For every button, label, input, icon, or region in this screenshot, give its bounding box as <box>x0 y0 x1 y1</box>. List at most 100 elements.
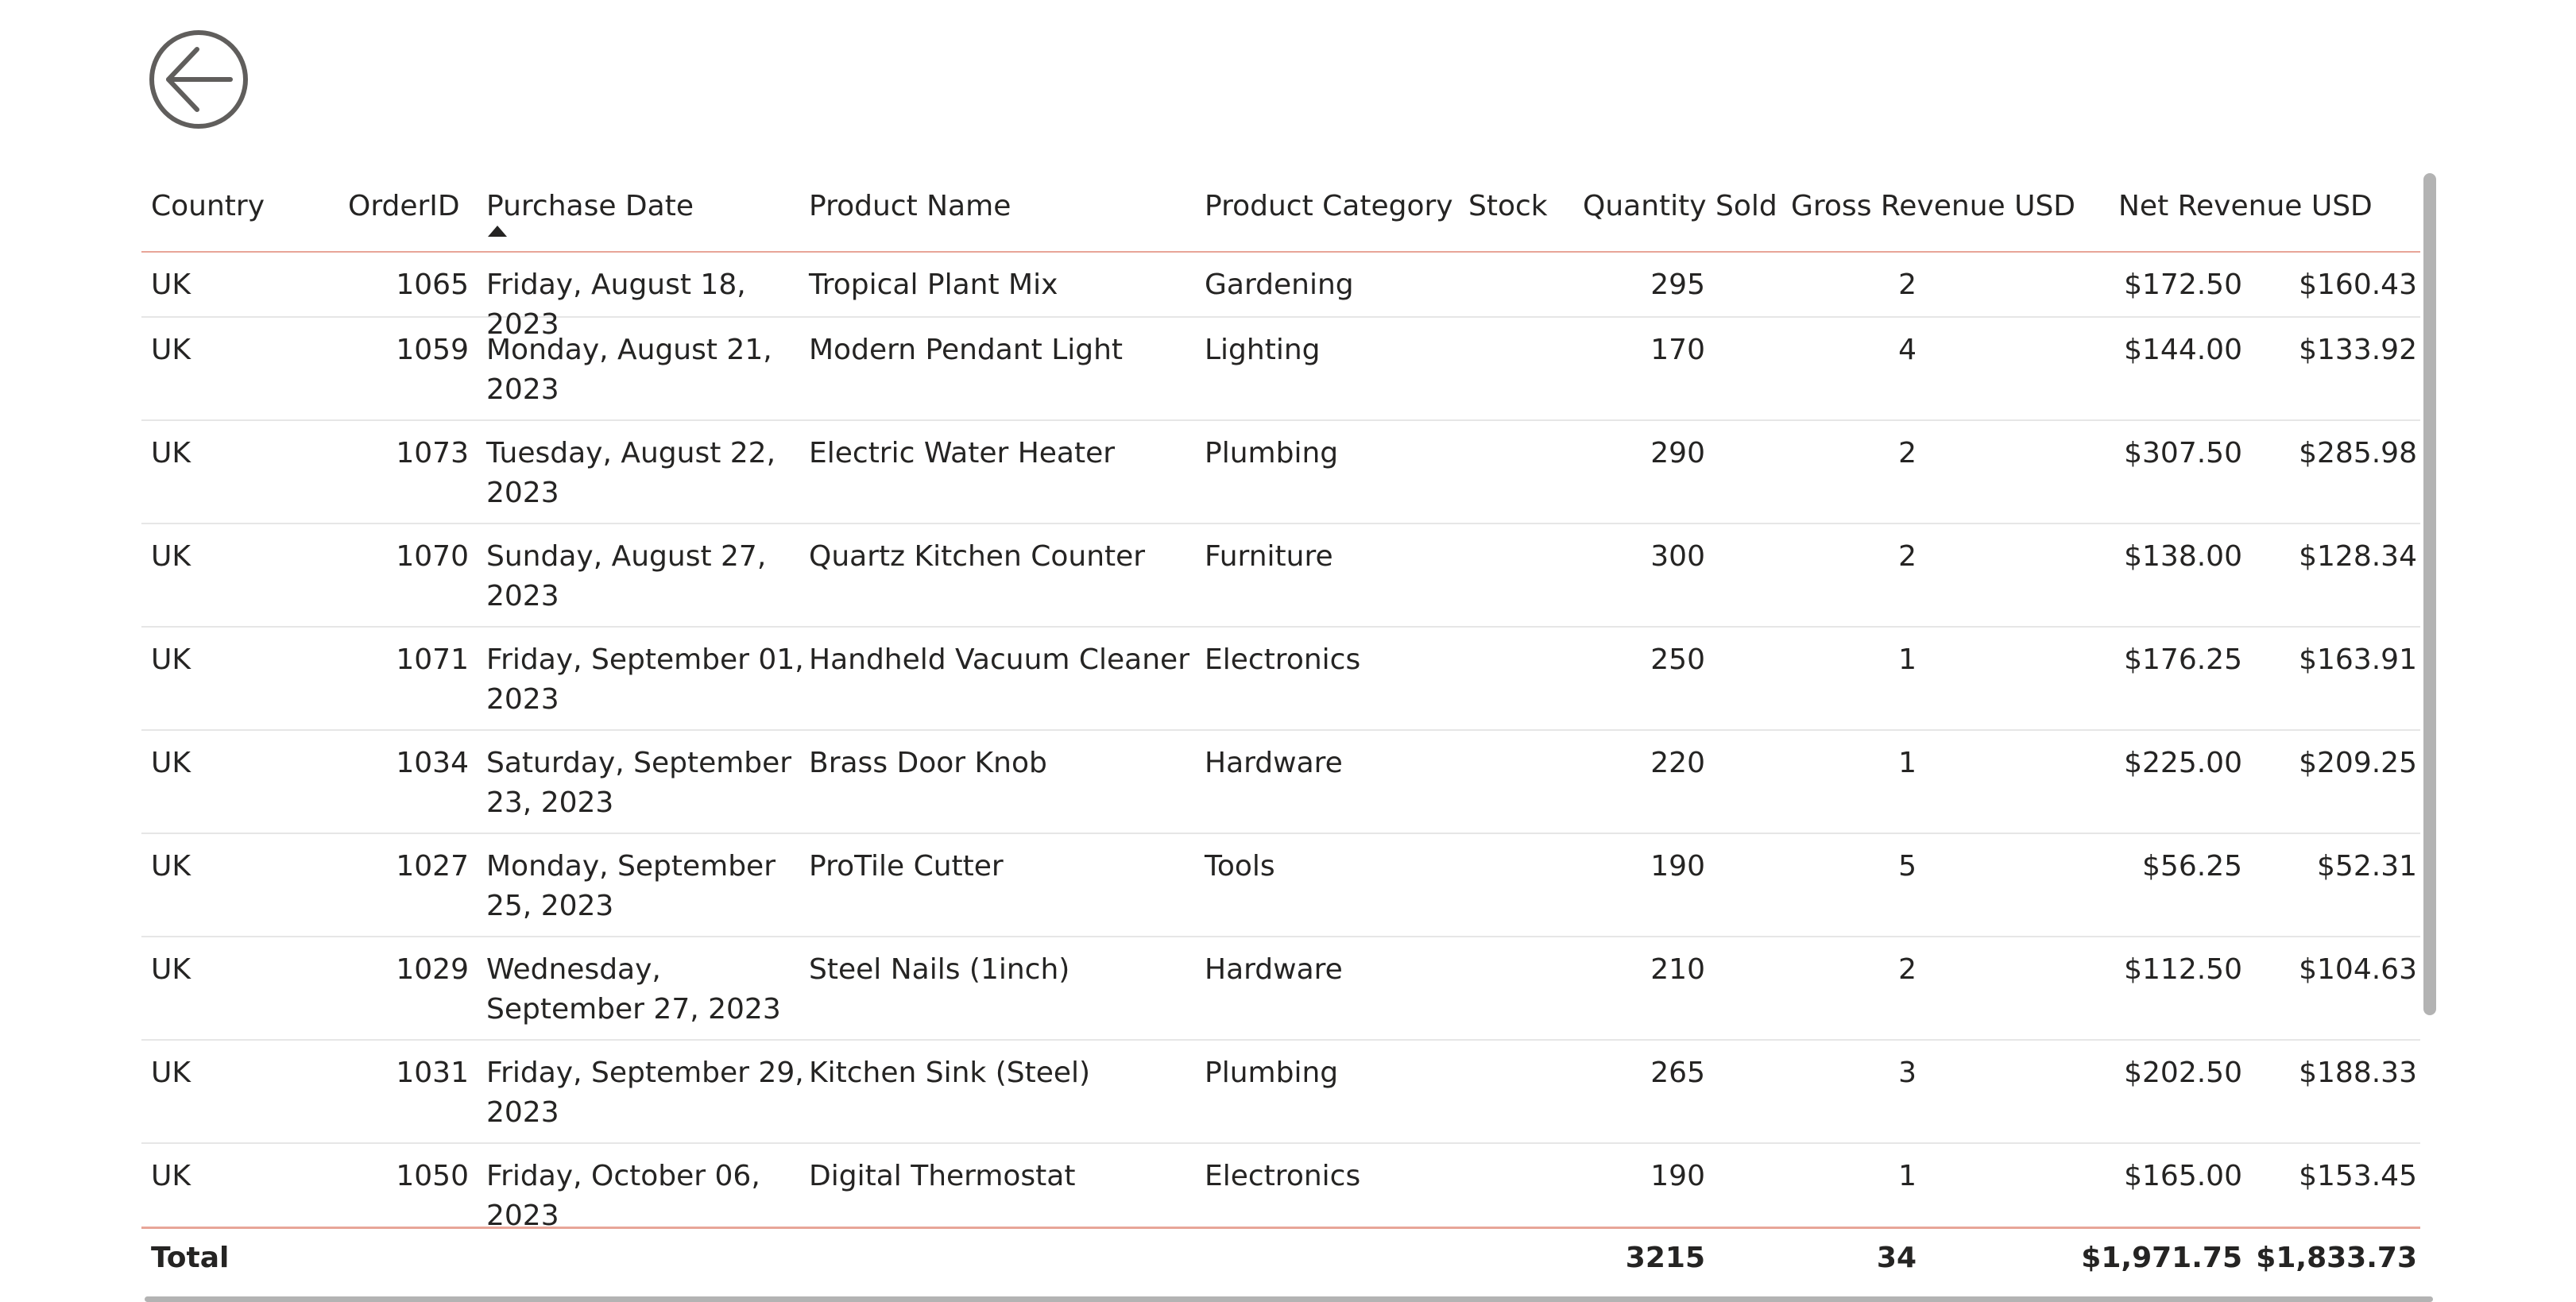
cell-product-category: Plumbing <box>1205 437 1339 469</box>
cell-quantity-sold: 2 <box>1898 269 1917 301</box>
cell-product-category: Gardening <box>1205 269 1354 301</box>
back-button[interactable] <box>148 29 249 130</box>
cell-stock: 250 <box>1650 643 1705 676</box>
cell-country: UK <box>151 1057 191 1089</box>
cell-net-revenue: $128.34 <box>2299 540 2417 573</box>
table-row[interactable]: UK 1029 Wednesday, September 27, 2023 St… <box>141 937 2420 1041</box>
table-row[interactable]: UK 1071 Friday, September 01, 2023 Handh… <box>141 628 2420 731</box>
cell-product-category: Electronics <box>1205 1160 1361 1192</box>
cell-country: UK <box>151 747 191 779</box>
cell-orderid: 1050 <box>396 1160 469 1192</box>
cell-purchase-date: Sunday, August 27, 2023 <box>486 540 767 612</box>
cell-stock: 190 <box>1650 850 1705 883</box>
table-row[interactable]: UK 1027 Monday, September 25, 2023 ProTi… <box>141 834 2420 937</box>
cell-purchase-date: Friday, October 06, 2023 <box>486 1160 760 1227</box>
cell-net-revenue: $160.43 <box>2299 269 2417 301</box>
cell-product-name: Electric Water Heater <box>809 437 1116 469</box>
table-header: Country OrderID Purchase Date Product Na… <box>141 167 2420 253</box>
cell-quantity-sold: 1 <box>1898 747 1917 779</box>
column-header-quantity-sold[interactable]: Quantity Sold <box>1583 187 1793 226</box>
column-header-purchase-date[interactable]: Purchase Date <box>486 187 804 226</box>
column-header-net-revenue[interactable]: Net Revenue USD <box>2118 187 2447 226</box>
total-net-revenue: $1,833.73 <box>2256 1242 2417 1274</box>
cell-orderid: 1065 <box>396 269 469 301</box>
cell-stock: 300 <box>1650 540 1705 573</box>
cell-country: UK <box>151 953 191 986</box>
cell-quantity-sold: 2 <box>1898 540 1917 573</box>
cell-product-name: Handheld Vacuum Cleaner <box>809 643 1190 676</box>
cell-product-category: Electronics <box>1205 643 1361 676</box>
cell-orderid: 1059 <box>396 334 469 366</box>
cell-orderid: 1027 <box>396 850 469 883</box>
cell-stock: 265 <box>1650 1057 1705 1089</box>
table-row[interactable]: UK 1073 Tuesday, August 22, 2023 Electri… <box>141 421 2420 524</box>
table-row[interactable]: UK 1050 Friday, October 06, 2023 Digital… <box>141 1144 2420 1227</box>
vertical-scrollbar[interactable] <box>2423 173 2436 1015</box>
cell-quantity-sold: 2 <box>1898 953 1917 986</box>
cell-stock: 170 <box>1650 334 1705 366</box>
cell-orderid: 1034 <box>396 747 469 779</box>
cell-product-name: Quartz Kitchen Counter <box>809 540 1146 573</box>
cell-purchase-date: Tuesday, August 22, 2023 <box>486 437 776 509</box>
cell-product-name: Steel Nails (1inch) <box>809 953 1070 986</box>
orders-table: Country OrderID Purchase Date Product Na… <box>141 167 2435 1301</box>
cell-quantity-sold: 1 <box>1898 643 1917 676</box>
table-body: UK 1065 Friday, August 18, 2023 Tropical… <box>141 253 2420 1227</box>
table-row[interactable]: UK 1059 Monday, August 21, 2023 Modern P… <box>141 318 2420 421</box>
cell-orderid: 1029 <box>396 953 469 986</box>
cell-net-revenue: $209.25 <box>2299 747 2417 779</box>
cell-product-category: Lighting <box>1205 334 1321 366</box>
column-header-product-name[interactable]: Product Name <box>809 187 1190 226</box>
cell-stock: 295 <box>1650 269 1705 301</box>
table-row[interactable]: UK 1034 Saturday, September 23, 2023 Bra… <box>141 731 2420 834</box>
cell-country: UK <box>151 850 191 883</box>
cell-stock: 210 <box>1650 953 1705 986</box>
cell-quantity-sold: 2 <box>1898 437 1917 469</box>
cell-net-revenue: $133.92 <box>2299 334 2417 366</box>
cell-orderid: 1071 <box>396 643 469 676</box>
cell-purchase-date: Friday, September 01, 2023 <box>486 643 804 716</box>
table-total-row: Total 3215 34 $1,971.75 $1,833.73 <box>141 1227 2420 1287</box>
column-header-orderid[interactable]: OrderID <box>348 187 491 226</box>
cell-net-revenue: $52.31 <box>2317 850 2417 883</box>
cell-purchase-date: Monday, September 25, 2023 <box>486 850 776 922</box>
cell-product-name: Modern Pendant Light <box>809 334 1124 366</box>
cell-stock: 220 <box>1650 747 1705 779</box>
cell-purchase-date: Wednesday, September 27, 2023 <box>486 953 781 1026</box>
cell-stock: 190 <box>1650 1160 1705 1192</box>
cell-product-name: Brass Door Knob <box>809 747 1047 779</box>
table-row[interactable]: UK 1065 Friday, August 18, 2023 Tropical… <box>141 253 2420 341</box>
sort-ascending-icon <box>488 226 507 237</box>
cell-product-name: ProTile Cutter <box>809 850 1004 883</box>
cell-quantity-sold: 3 <box>1898 1057 1917 1089</box>
cell-net-revenue: $104.63 <box>2299 953 2417 986</box>
cell-quantity-sold: 4 <box>1898 334 1917 366</box>
cell-net-revenue: $163.91 <box>2299 643 2417 676</box>
cell-product-name: Tropical Plant Mix <box>809 269 1058 301</box>
total-label: Total <box>151 1242 230 1274</box>
cell-country: UK <box>151 334 191 366</box>
cell-product-category: Tools <box>1205 850 1275 883</box>
arrow-left-circle-icon <box>149 30 248 129</box>
cell-quantity-sold: 5 <box>1898 850 1917 883</box>
table-row[interactable]: UK 1031 Friday, September 29, 2023 Kitch… <box>141 1041 2420 1144</box>
cell-product-category: Furniture <box>1205 540 1333 573</box>
cell-product-name: Digital Thermostat <box>809 1160 1076 1192</box>
cell-country: UK <box>151 269 191 301</box>
cell-product-category: Hardware <box>1205 953 1343 986</box>
cell-country: UK <box>151 1160 191 1192</box>
table-row[interactable]: UK 1070 Sunday, August 27, 2023 Quartz K… <box>141 524 2420 628</box>
cell-orderid: 1073 <box>396 437 469 469</box>
cell-product-name: Kitchen Sink (Steel) <box>809 1057 1091 1089</box>
cell-net-revenue: $188.33 <box>2299 1057 2417 1089</box>
cell-country: UK <box>151 437 191 469</box>
cell-purchase-date: Friday, September 29, 2023 <box>486 1057 804 1129</box>
column-header-product-category[interactable]: Product Category <box>1205 187 1483 226</box>
cell-orderid: 1031 <box>396 1057 469 1089</box>
column-header-gross-revenue[interactable]: Gross Revenue USD <box>1791 187 2112 226</box>
cell-product-category: Plumbing <box>1205 1057 1339 1089</box>
cell-product-category: Hardware <box>1205 747 1343 779</box>
column-header-country[interactable]: Country <box>151 187 326 226</box>
horizontal-scrollbar[interactable] <box>145 1296 2433 1302</box>
total-quantity-sold: 34 <box>1876 1242 1917 1274</box>
